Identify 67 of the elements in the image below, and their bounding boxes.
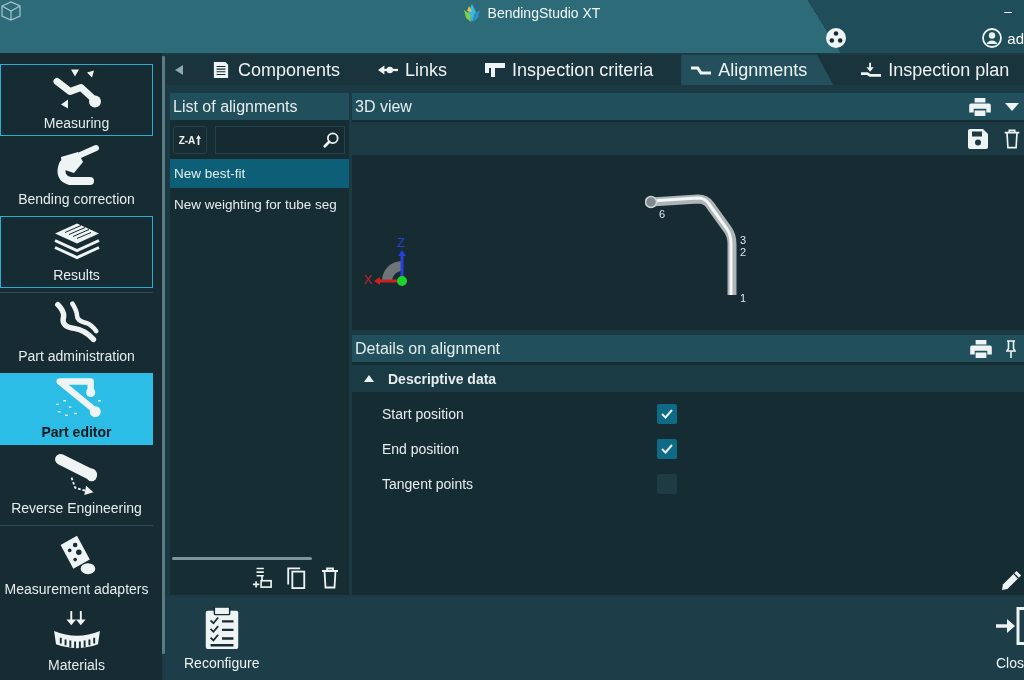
sidebar-item[interactable]: Part editor [0, 373, 153, 445]
scrollbar[interactable] [162, 56, 165, 654]
save-icon[interactable] [968, 128, 988, 149]
document-icon [211, 62, 231, 78]
trash-icon[interactable] [320, 566, 340, 589]
check-icon [661, 443, 673, 454]
sidebar-item[interactable]: Measurement adapters [0, 530, 153, 602]
axis-label: Z [397, 235, 405, 250]
add-list-icon[interactable] [252, 566, 272, 589]
panel-title: 3D view [355, 97, 413, 116]
list-item[interactable]: New weighting for tube seg [170, 190, 349, 219]
axis-triad [374, 250, 407, 286]
point-label: 2 [740, 246, 747, 258]
axis-label: X [364, 272, 373, 287]
search-field[interactable] [215, 126, 345, 154]
caret-up-icon[interactable] [364, 375, 374, 382]
check-icon [661, 408, 673, 419]
tab[interactable]: Inspection criteria [475, 55, 664, 85]
print-icon[interactable] [969, 97, 991, 116]
section-title: Descriptive data [388, 370, 497, 387]
checklist-clipboard-icon [203, 607, 240, 649]
trash-icon[interactable] [1002, 128, 1022, 149]
close-button[interactable]: Clos [996, 597, 1024, 672]
tab[interactable]: Components [201, 55, 351, 85]
field-label: Tangent points [382, 475, 475, 492]
panel-title: List of alignments [173, 97, 299, 116]
step-arrow-icon [861, 62, 882, 78]
section-header[interactable]: Descriptive data [352, 365, 1024, 392]
field-label: End position [382, 440, 461, 457]
sidebar-item[interactable]: Materials [0, 606, 153, 678]
sidebar-item[interactable]: Bending correction [0, 140, 153, 212]
panel-title: Details on alignment [355, 339, 501, 358]
up-arrow-icon [196, 135, 202, 145]
tab[interactable]: Alignments [681, 55, 834, 85]
search-icon[interactable] [323, 132, 339, 148]
minimize-button[interactable]: – [1004, 3, 1012, 19]
sidebar-item[interactable]: Results [0, 216, 153, 288]
wireframe-logo-icon [1, 1, 21, 21]
user-name: ad [1007, 29, 1024, 47]
tab[interactable]: Links [368, 55, 458, 85]
dots-circle-icon[interactable] [826, 28, 846, 48]
user-icon[interactable] [982, 28, 1003, 48]
checkbox[interactable] [657, 438, 677, 459]
scrollbar[interactable] [172, 557, 312, 560]
toolbar-button[interactable]: Reconfigure [184, 597, 260, 672]
sort-button[interactable]: Z-A [173, 126, 207, 154]
window-title: BendingStudio XT [487, 4, 601, 22]
left-triangle-icon[interactable] [175, 65, 183, 75]
print-icon[interactable] [970, 339, 992, 358]
tab[interactable]: Inspection plan [851, 55, 1020, 85]
sidebar-item[interactable]: Part administration [0, 297, 153, 369]
field-label: Start position [382, 405, 465, 422]
crystal-logo-icon [463, 4, 480, 22]
caret-down-icon[interactable] [1005, 102, 1019, 111]
list-item[interactable]: New best-fit [170, 159, 349, 188]
caliper-icon [485, 62, 506, 78]
copy-icon[interactable] [286, 566, 306, 589]
sidebar-item[interactable]: Measuring [0, 64, 153, 136]
sidebar-item[interactable]: Reverse Engineering [0, 449, 153, 521]
exit-arrow-icon [996, 607, 1024, 645]
pencil-icon[interactable] [1002, 570, 1022, 590]
point-label: 1 [740, 292, 747, 304]
point-label: 3 [740, 234, 747, 246]
bent-tube-arrows-icon [51, 68, 102, 110]
point-label: 6 [659, 208, 666, 220]
pin-icon[interactable] [1006, 339, 1016, 358]
checkbox[interactable] [657, 403, 677, 424]
